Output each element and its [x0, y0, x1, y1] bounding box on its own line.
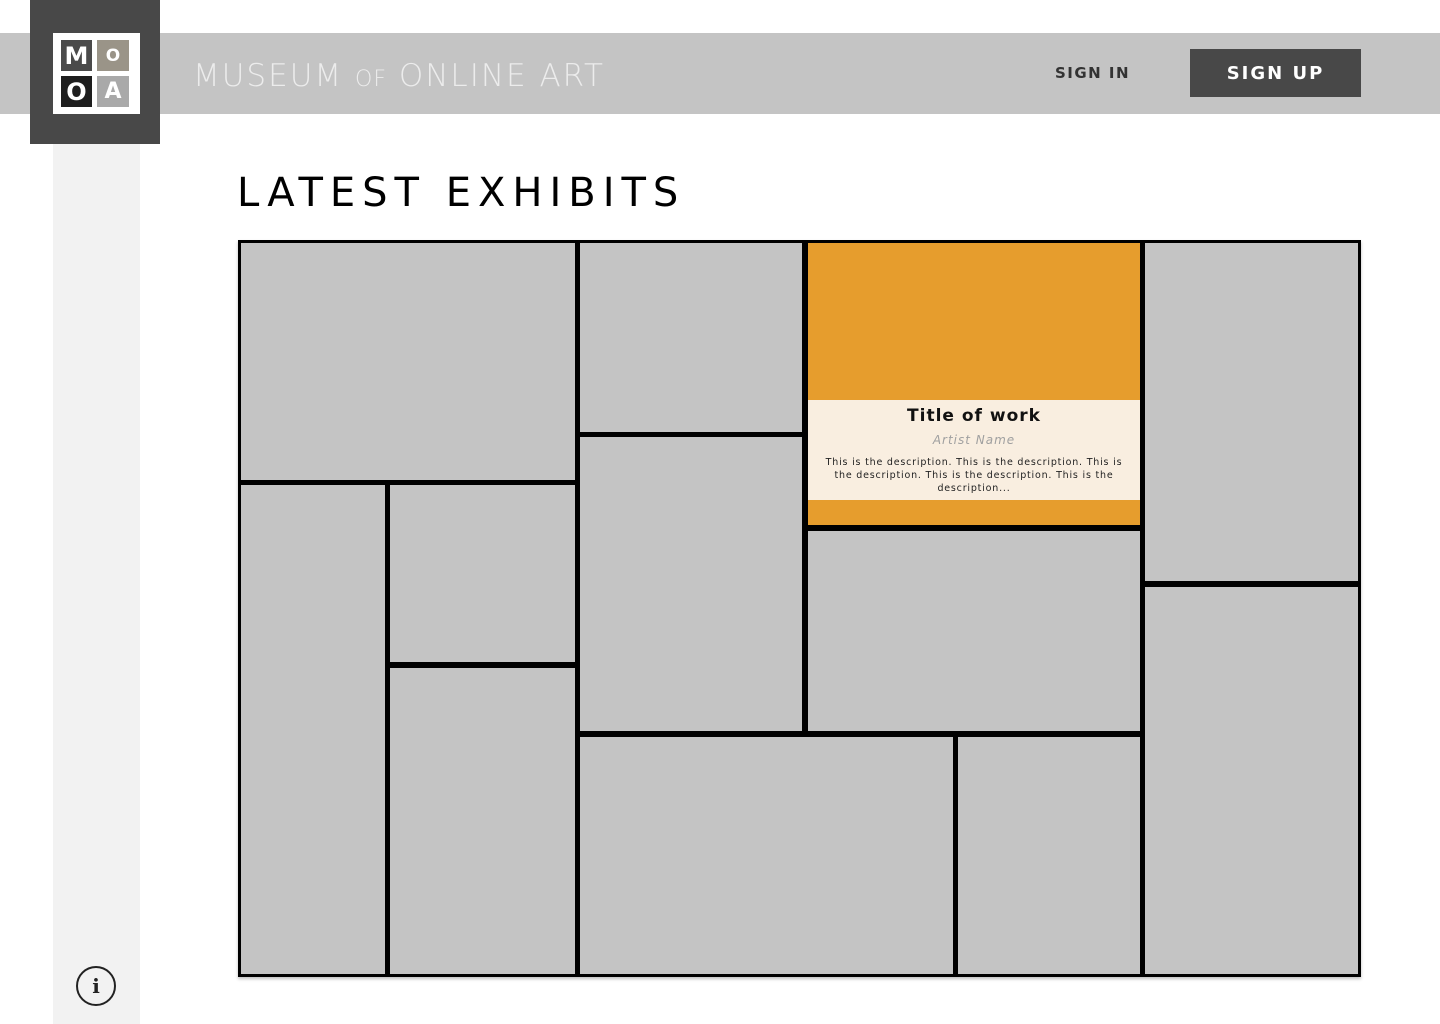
- exhibit-tile[interactable]: [958, 737, 1140, 974]
- logo-inner: M O O A: [53, 33, 140, 114]
- featured-exhibit-tile[interactable]: Title of work Artist Name This is the de…: [808, 243, 1140, 525]
- logo-letter-o: O: [61, 76, 92, 107]
- exhibit-tile[interactable]: [241, 243, 575, 480]
- site-name-part1: MUSEUM: [193, 58, 344, 94]
- exhibit-tile[interactable]: [1145, 587, 1358, 974]
- work-description: This is the description. This is the des…: [825, 457, 1123, 494]
- site-name-part2: ONLINE ART: [398, 58, 605, 94]
- exhibit-tile[interactable]: [1145, 243, 1358, 581]
- sign-in-link[interactable]: SIGN IN: [1030, 56, 1155, 90]
- exhibit-tile[interactable]: [241, 485, 385, 974]
- exhibit-tile[interactable]: [808, 531, 1140, 731]
- info-icon[interactable]: i: [76, 966, 116, 1006]
- exhibit-tile[interactable]: [390, 668, 575, 974]
- site-name-of: OF: [355, 67, 387, 92]
- logo-letter-o-small: O: [97, 40, 129, 71]
- exhibit-grid: Title of work Artist Name This is the de…: [238, 240, 1361, 977]
- sign-up-button[interactable]: SIGN UP: [1190, 49, 1361, 97]
- page-title: LATEST EXHIBITS: [237, 170, 686, 216]
- left-rail: [53, 114, 140, 1024]
- logo-letter-a: A: [97, 76, 129, 107]
- site-name[interactable]: MUSEUM OF ONLINE ART: [193, 56, 605, 96]
- logo[interactable]: M O O A: [30, 0, 160, 144]
- exhibit-tile[interactable]: [580, 737, 953, 974]
- logo-letter-m: M: [61, 40, 92, 71]
- work-title: Title of work: [907, 406, 1041, 426]
- exhibit-tile[interactable]: [580, 243, 802, 432]
- artist-name: Artist Name: [932, 433, 1016, 447]
- exhibit-tile[interactable]: [390, 485, 575, 662]
- exhibit-card: Title of work Artist Name This is the de…: [808, 400, 1140, 500]
- exhibit-tile[interactable]: [580, 437, 802, 731]
